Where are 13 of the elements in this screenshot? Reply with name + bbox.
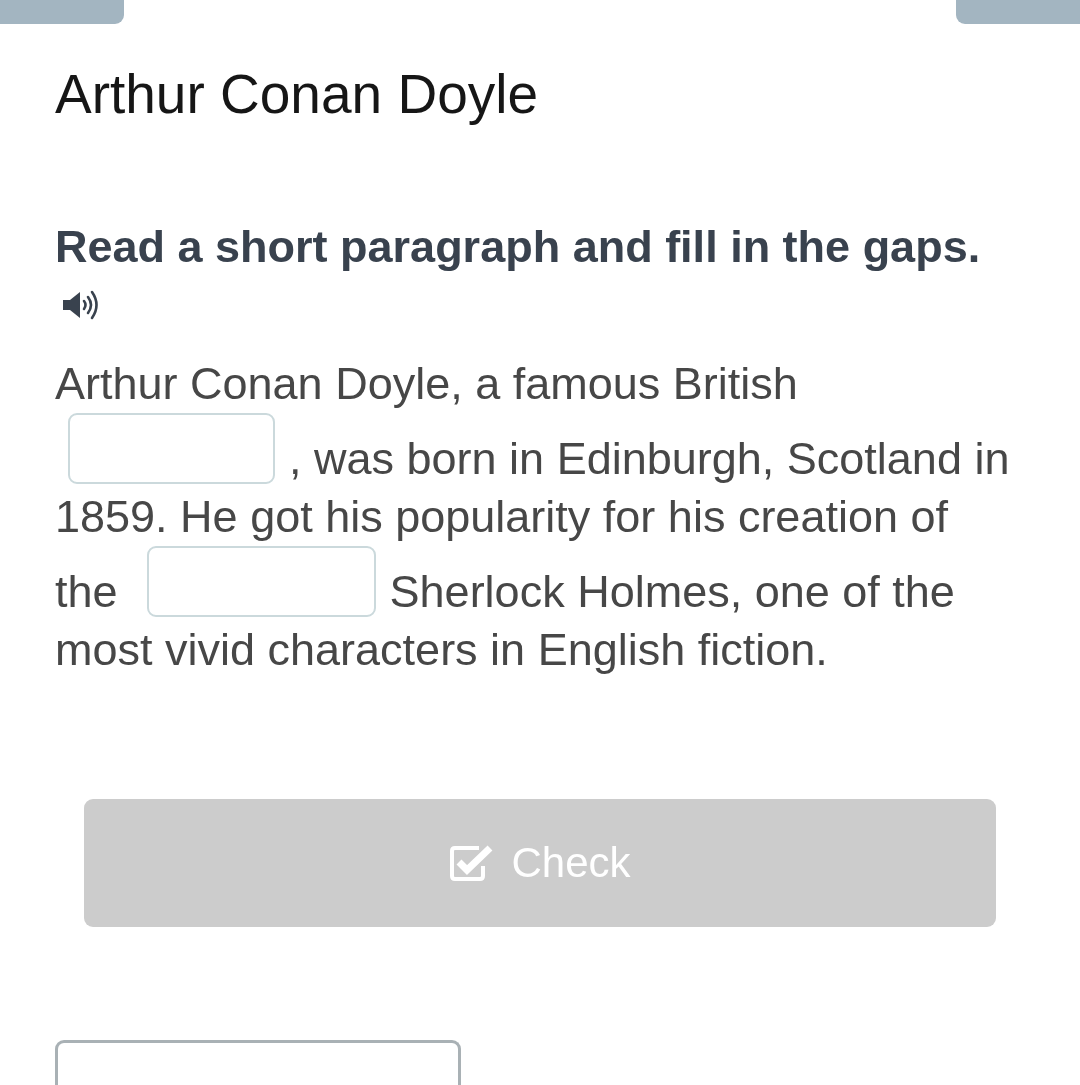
exercise-title: Arthur Conan Doyle [55, 64, 539, 124]
passage-text: Arthur Conan Doyle, a famous British [55, 357, 798, 411]
top-left-tab[interactable] [0, 0, 124, 24]
passage-text: most vivid characters in English fiction. [55, 623, 828, 677]
top-right-tab[interactable] [956, 0, 1080, 24]
gap-input-field[interactable] [146, 546, 376, 617]
passage-text: the [55, 565, 118, 619]
passage-text: 1859. He got his popularity for his creation of [55, 490, 948, 544]
gap-input-field[interactable] [68, 413, 275, 484]
checkbox-tick-icon [449, 844, 494, 882]
instruction-text: Read a short paragraph and fill in the gaps. [55, 223, 981, 271]
passage-text: Sherlock Holmes, one of the [389, 565, 955, 619]
passage-text: , was born in Edinburgh, Scotland in [289, 432, 1010, 486]
